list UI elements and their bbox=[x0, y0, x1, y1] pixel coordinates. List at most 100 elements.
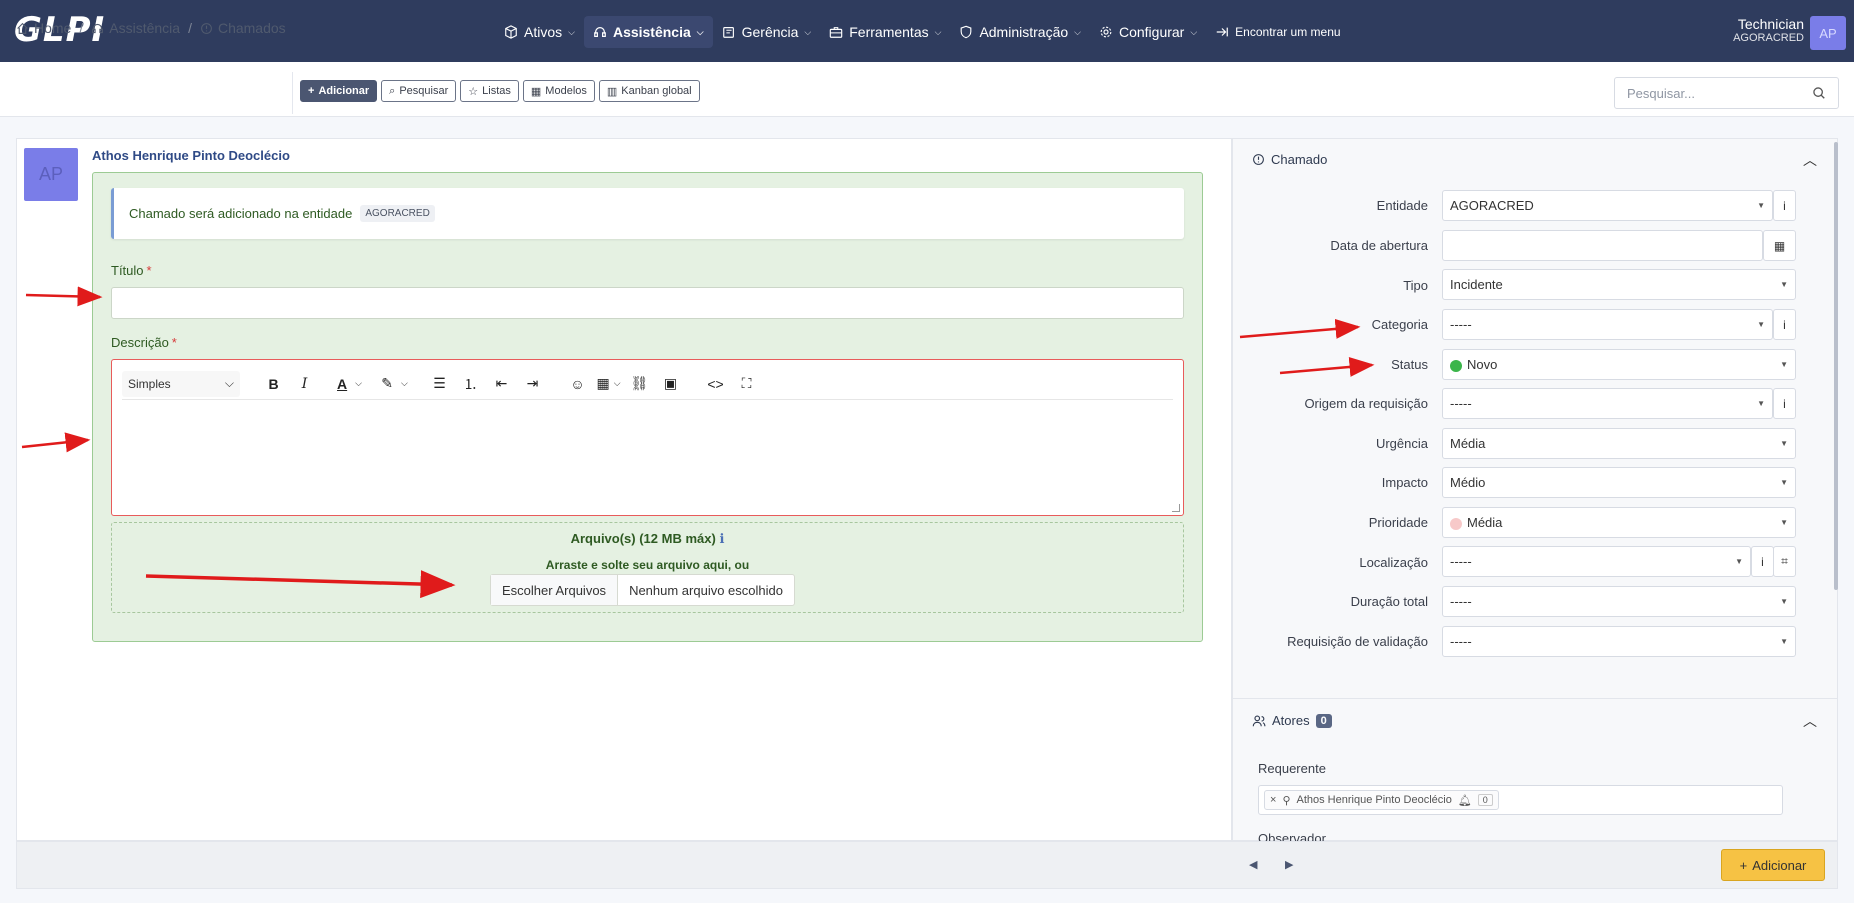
dropdown-arrow-icon: ▼ bbox=[1757, 201, 1765, 210]
duration-select[interactable]: ----- ▼ bbox=[1442, 586, 1796, 617]
breadcrumb-assistencia[interactable]: Assistência bbox=[91, 20, 180, 36]
gear-icon bbox=[1100, 26, 1112, 38]
actors-count-badge: 0 bbox=[1315, 713, 1332, 728]
category-select[interactable]: ----- ▼ bbox=[1442, 309, 1773, 340]
fullscreen-button[interactable]: ⛶ bbox=[731, 371, 762, 397]
menu-ativos-label: Ativos bbox=[524, 24, 563, 40]
field-label-validacao: Requisição de validação bbox=[1287, 634, 1428, 649]
users-icon bbox=[1252, 715, 1266, 726]
description-editor[interactable]: Simples ⌵ B I A ⌵ ✎ ⌵ ☰ ⒈ ⇤ ⇥ ☺ ▦ ⌵ ⛓ ▣ <> ⛶ bbox=[111, 359, 1184, 516]
calendar-icon[interactable]: ▦ bbox=[1763, 230, 1796, 261]
priority-select[interactable]: Média ▼ bbox=[1442, 507, 1796, 538]
remove-icon[interactable]: × bbox=[1270, 794, 1276, 806]
validation-select[interactable]: ----- ▼ bbox=[1442, 626, 1796, 657]
text-color-button[interactable]: A ⌵ bbox=[334, 371, 365, 397]
link-button[interactable]: ⛓ bbox=[624, 371, 655, 397]
location-info-button[interactable]: i bbox=[1751, 546, 1774, 577]
user-menu[interactable]: Technician AGORACRED bbox=[1733, 16, 1804, 44]
dropdown-arrow-icon: ▼ bbox=[1780, 597, 1788, 606]
menu-ferramentas[interactable]: Ferramentas ⌵ bbox=[820, 16, 950, 48]
breadcrumb-chamados-label: Chamados bbox=[217, 20, 286, 36]
user-avatar[interactable]: AP bbox=[1810, 16, 1846, 50]
alert-circle-icon bbox=[1253, 154, 1264, 165]
ticket-section-header[interactable]: Chamado bbox=[1252, 152, 1327, 167]
category-value: ----- bbox=[1450, 317, 1472, 332]
request-source-select[interactable]: ----- ▼ bbox=[1442, 388, 1773, 419]
search-icon[interactable] bbox=[1812, 86, 1826, 100]
entity-value: AGORACRED bbox=[1450, 198, 1534, 213]
title-label: Título * bbox=[111, 263, 152, 278]
status-select[interactable]: Novo ▼ bbox=[1442, 349, 1796, 380]
global-search-placeholder: Pesquisar... bbox=[1627, 85, 1695, 101]
opening-date-input[interactable] bbox=[1442, 230, 1763, 261]
find-menu-button[interactable]: Encontrar um menu bbox=[1206, 16, 1349, 48]
menu-assistencia[interactable]: Assistência ⌵ bbox=[583, 16, 713, 48]
title-input[interactable] bbox=[111, 287, 1184, 319]
italic-button[interactable]: I bbox=[289, 371, 320, 397]
info-icon[interactable]: ℹ bbox=[719, 531, 724, 546]
collapse-actors-icon[interactable]: ︿ bbox=[1803, 711, 1817, 731]
menu-ativos[interactable]: Ativos ⌵ bbox=[495, 16, 584, 48]
highlight-button[interactable]: ✎ ⌵ bbox=[379, 371, 410, 397]
status-dot-icon bbox=[1450, 359, 1462, 372]
breadcrumb-divider bbox=[292, 72, 293, 114]
global-search-input[interactable]: Pesquisar... bbox=[1614, 77, 1839, 109]
main-menu: Ativos ⌵ Assistência ⌵ Gerência ⌵ Ferrament… bbox=[495, 16, 1350, 48]
impact-select[interactable]: Médio ▼ bbox=[1442, 467, 1796, 498]
indent-button[interactable]: ⇥ bbox=[517, 371, 548, 397]
previous-arrow-icon[interactable]: ◀ bbox=[1249, 858, 1257, 871]
templates-button[interactable]: ▦ Modelos bbox=[522, 80, 595, 102]
table-button[interactable]: ▦ ⌵ bbox=[593, 371, 624, 397]
outdent-button[interactable]: ⇤ bbox=[486, 371, 517, 397]
field-label-prioridade: Prioridade bbox=[1368, 515, 1428, 530]
submit-add-label: Adicionar bbox=[1752, 857, 1807, 873]
add-button[interactable]: + Adicionar bbox=[300, 80, 378, 102]
duration-value: ----- bbox=[1450, 594, 1472, 609]
bullet-list-button[interactable]: ☰ bbox=[424, 371, 455, 397]
secondary-bar bbox=[0, 62, 1854, 117]
menu-gerencia[interactable]: Gerência ⌵ bbox=[713, 16, 821, 48]
kanban-button-label: Kanban global bbox=[621, 85, 692, 97]
bold-button[interactable]: B bbox=[258, 371, 289, 397]
menu-administracao[interactable]: Administração ⌵ bbox=[950, 16, 1090, 48]
collapse-ticket-icon[interactable]: ︿ bbox=[1803, 150, 1817, 170]
next-arrow-icon[interactable]: ▶ bbox=[1285, 858, 1293, 871]
entity-select[interactable]: AGORACRED ▼ bbox=[1442, 190, 1773, 221]
type-select[interactable]: Incidente ▼ bbox=[1442, 269, 1796, 300]
format-select[interactable]: Simples ⌵ bbox=[122, 370, 240, 397]
lists-button[interactable]: ☆ Listas bbox=[460, 80, 519, 102]
search-button[interactable]: ⌕ Pesquisar bbox=[381, 80, 457, 102]
choose-files-button[interactable]: Escolher Arquivos bbox=[491, 575, 619, 605]
resize-handle[interactable] bbox=[1172, 504, 1180, 512]
chevron-down-icon: ⌵ bbox=[804, 26, 812, 37]
requester-name: Athos Henrique Pinto Deoclécio bbox=[1296, 794, 1452, 806]
title-label-text: Título bbox=[111, 263, 144, 278]
source-code-button[interactable]: <> bbox=[700, 371, 731, 397]
request-source-info-button[interactable]: i bbox=[1773, 388, 1796, 419]
location-select[interactable]: ----- ▼ bbox=[1442, 546, 1751, 577]
map-icon[interactable]: ⌗ bbox=[1773, 546, 1796, 577]
headset-icon bbox=[594, 27, 606, 37]
bell-icon[interactable]: 🔔︎ bbox=[1458, 794, 1472, 807]
actors-section-header[interactable]: Atores 0 bbox=[1252, 713, 1332, 728]
file-dropzone[interactable]: Arquivo(s) (12 MB máx) ℹ Arraste e solte… bbox=[111, 522, 1184, 613]
file-picker[interactable]: Escolher Arquivos Nenhum arquivo escolhi… bbox=[490, 574, 795, 606]
image-button[interactable]: ▣ bbox=[655, 371, 686, 397]
numbered-list-button[interactable]: ⒈ bbox=[455, 371, 486, 397]
category-info-button[interactable]: i bbox=[1773, 309, 1796, 340]
status-value-wrap: Novo bbox=[1450, 357, 1497, 372]
wallet-icon bbox=[722, 27, 734, 38]
menu-gerencia-label: Gerência bbox=[741, 24, 799, 40]
chevron-down-icon: ⌵ bbox=[1074, 26, 1081, 37]
breadcrumb-chamados[interactable]: Chamados bbox=[200, 20, 286, 36]
scrollbar[interactable] bbox=[1834, 142, 1838, 590]
submit-add-button[interactable]: + Adicionar bbox=[1721, 849, 1825, 881]
breadcrumb-home[interactable]: Home bbox=[16, 20, 71, 36]
emoji-button[interactable]: ☺ bbox=[562, 371, 593, 397]
requester-field[interactable]: × ⚲ Athos Henrique Pinto Deoclécio 🔔︎ 0 bbox=[1258, 785, 1783, 815]
urgency-select[interactable]: Média ▼ bbox=[1442, 428, 1796, 459]
plus-icon: + bbox=[308, 85, 315, 97]
entity-info-button[interactable]: i bbox=[1773, 190, 1796, 221]
kanban-button[interactable]: ▥ Kanban global bbox=[598, 80, 700, 102]
menu-configurar[interactable]: Configurar ⌵ bbox=[1090, 16, 1206, 48]
